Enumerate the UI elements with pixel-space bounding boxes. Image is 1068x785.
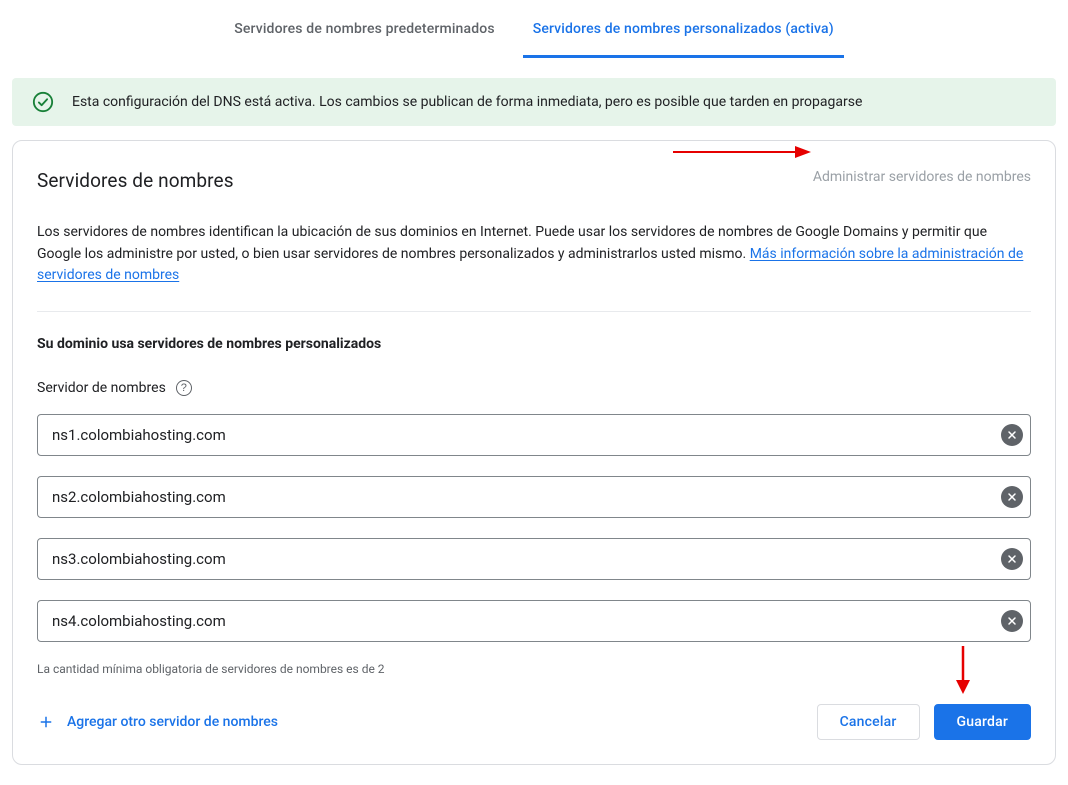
nameserver-input[interactable] — [37, 538, 1031, 580]
clear-input-button[interactable] — [1001, 424, 1023, 446]
plus-icon — [37, 713, 55, 731]
nameserver-row — [37, 414, 1031, 456]
check-circle-icon — [32, 91, 54, 113]
clear-input-button[interactable] — [1001, 610, 1023, 632]
nameserver-input[interactable] — [37, 600, 1031, 642]
custom-ns-heading: Su dominio usa servidores de nombres per… — [37, 336, 1031, 352]
help-icon[interactable]: ? — [176, 380, 192, 396]
nameserver-row — [37, 600, 1031, 642]
nameserver-input[interactable] — [37, 476, 1031, 518]
clear-input-button[interactable] — [1001, 548, 1023, 570]
manage-nameservers-link[interactable]: Administrar servidores de nombres — [813, 169, 1031, 185]
add-nameserver-button[interactable]: Agregar otro servidor de nombres — [37, 713, 278, 731]
nameserver-field-label: Servidor de nombres — [37, 380, 166, 396]
dns-active-banner: Esta configuración del DNS está activa. … — [12, 78, 1056, 126]
cancel-button[interactable]: Cancelar — [817, 704, 920, 740]
nameserver-row — [37, 538, 1031, 580]
card-title: Servidores de nombres — [37, 169, 234, 192]
nameserver-input[interactable] — [37, 414, 1031, 456]
clear-input-button[interactable] — [1001, 486, 1023, 508]
min-nameservers-hint: La cantidad mínima obligatoria de servid… — [37, 662, 1031, 676]
tab-custom-nameservers[interactable]: Servidores de nombres personalizados (ac… — [523, 21, 844, 58]
divider — [37, 311, 1031, 312]
dns-tabs: Servidores de nombres predeterminados Se… — [12, 0, 1056, 58]
nameservers-card: Servidores de nombres Administrar servid… — [12, 140, 1056, 765]
save-button[interactable]: Guardar — [934, 704, 1031, 740]
nameserver-list — [37, 414, 1031, 642]
add-nameserver-label: Agregar otro servidor de nombres — [67, 714, 278, 730]
tab-default-nameservers[interactable]: Servidores de nombres predeterminados — [224, 21, 504, 58]
banner-message: Esta configuración del DNS está activa. … — [72, 94, 862, 110]
card-description: Los servidores de nombres identifican la… — [37, 222, 1031, 287]
annotation-arrow-manage — [673, 143, 813, 161]
nameserver-row — [37, 476, 1031, 518]
